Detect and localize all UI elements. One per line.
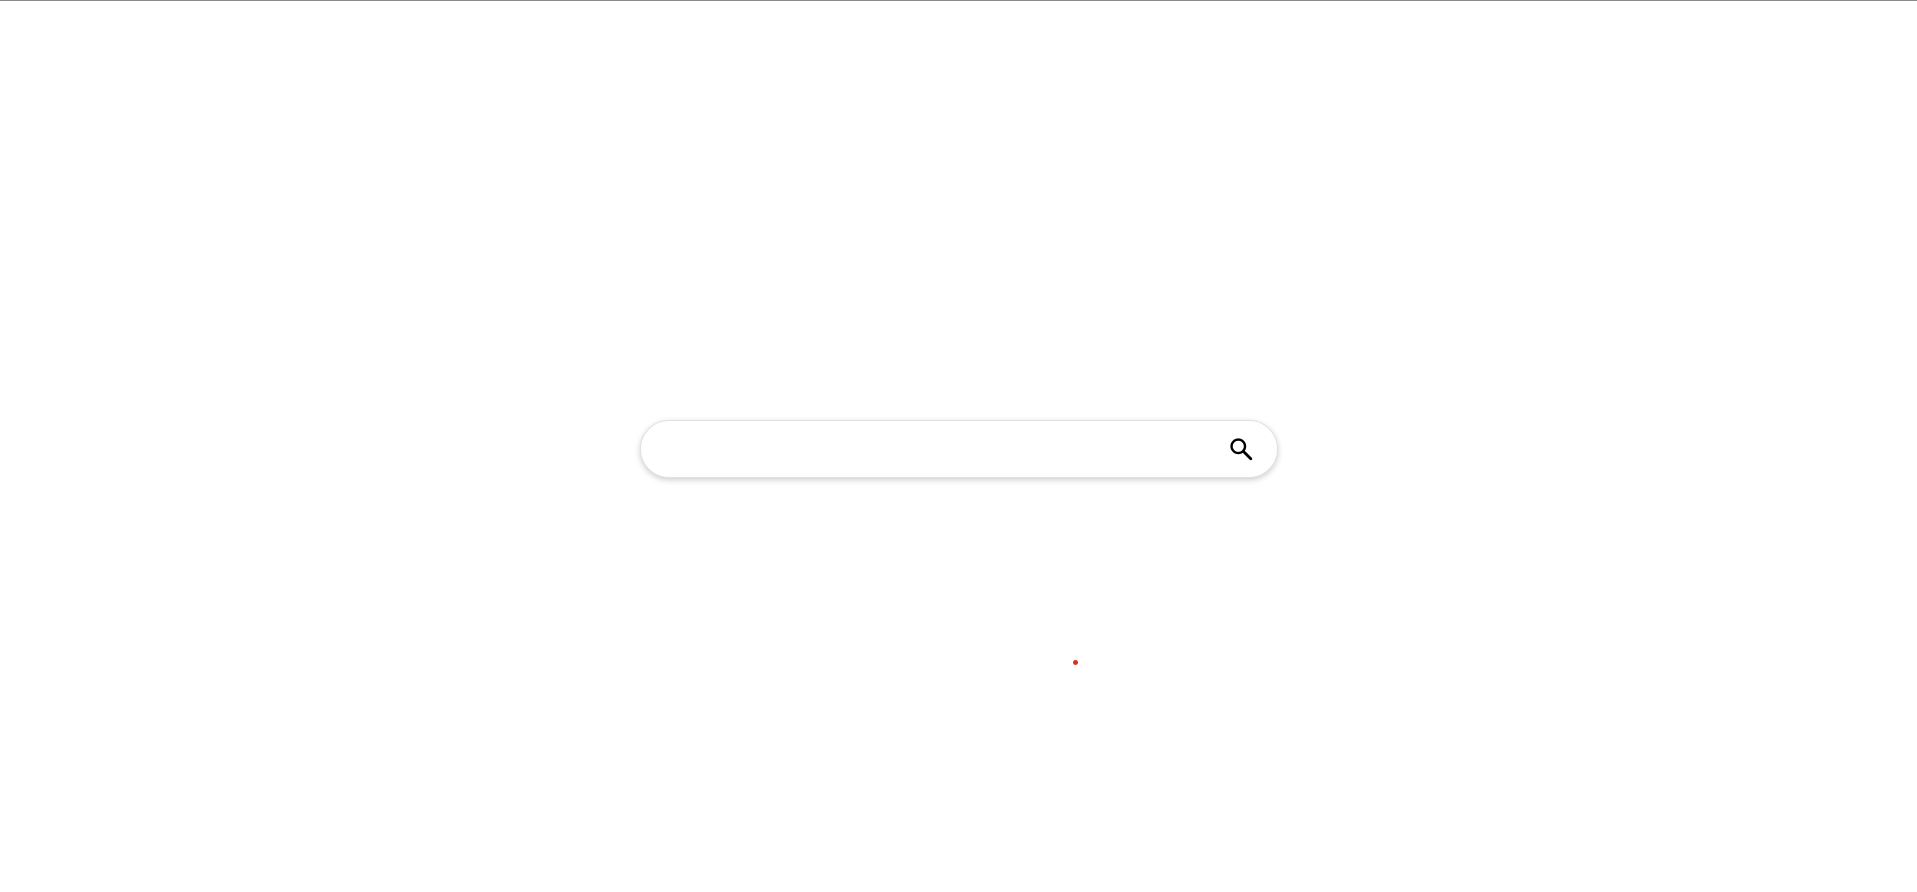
search-bar[interactable] <box>640 420 1278 478</box>
search-input[interactable] <box>641 421 1221 477</box>
red-dot-indicator <box>1073 660 1078 665</box>
search-button[interactable] <box>1221 429 1261 469</box>
top-divider <box>0 0 1917 1</box>
search-icon <box>1228 436 1254 462</box>
page <box>0 0 1917 892</box>
